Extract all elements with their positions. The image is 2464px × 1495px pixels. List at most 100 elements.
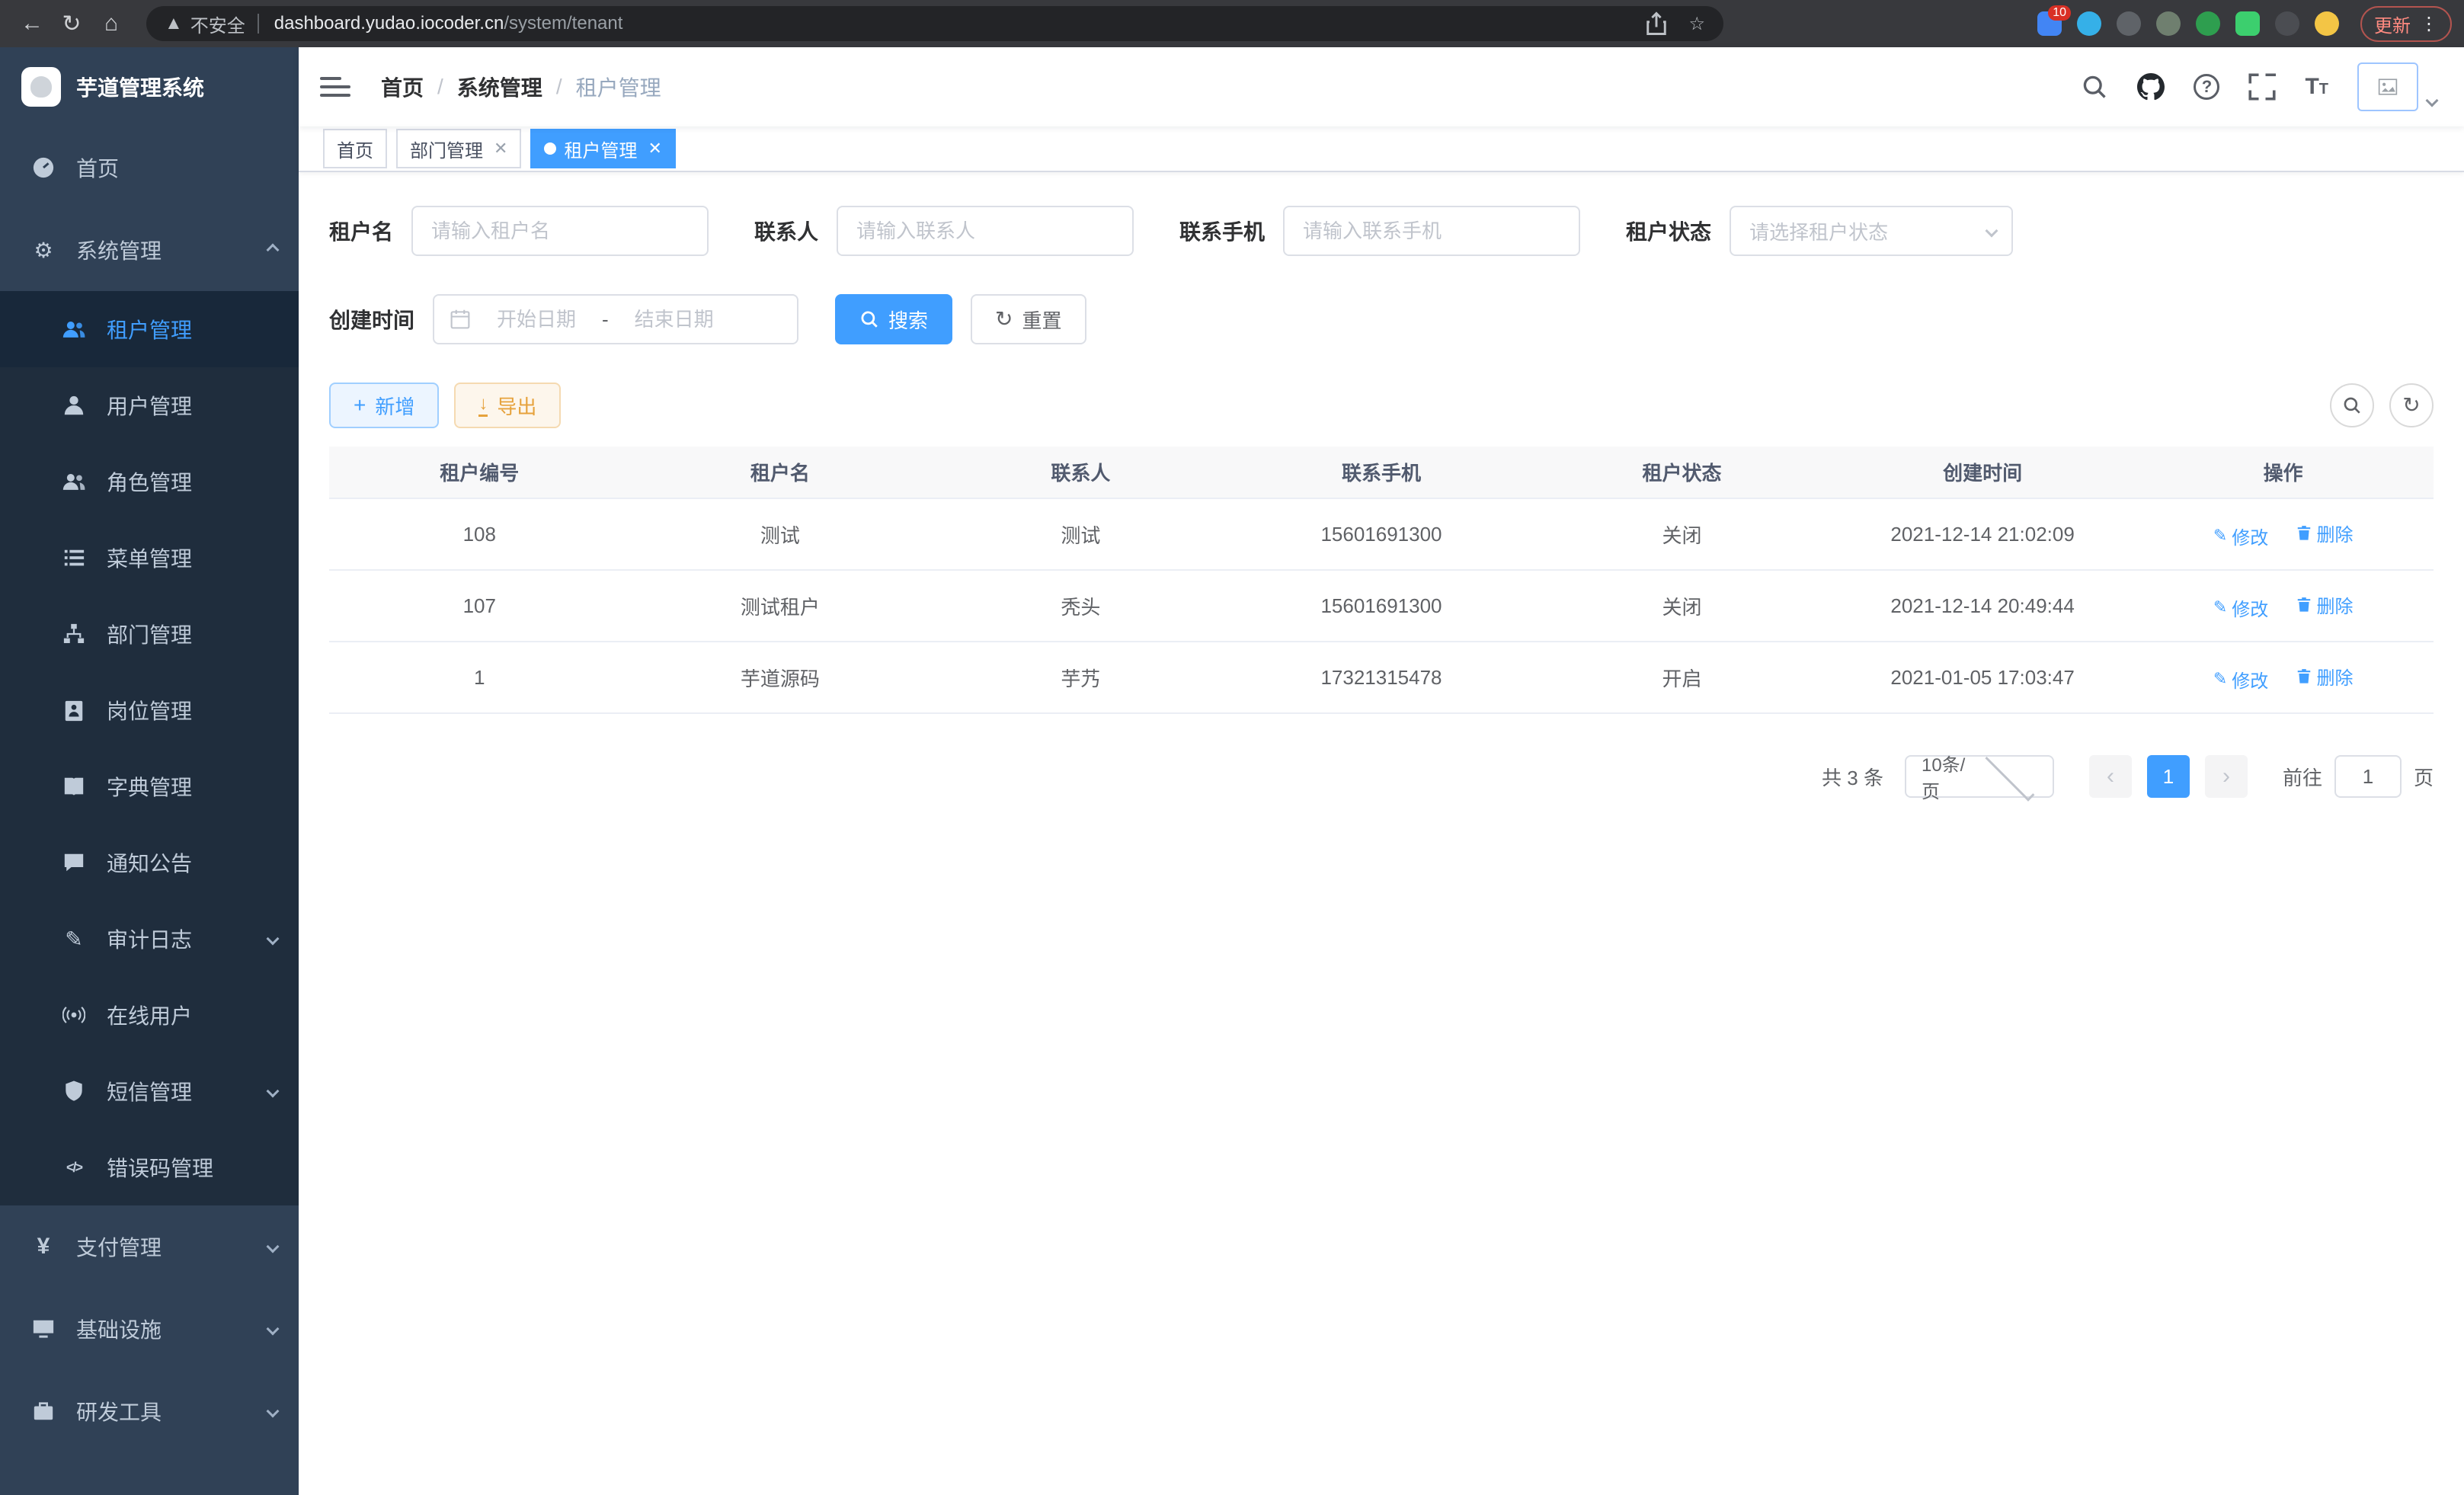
table-row: 1 芋道源码 芋艿 17321315478 开启 2021-01-05 17:0… bbox=[329, 642, 2434, 713]
next-page-button[interactable]: › bbox=[2205, 755, 2248, 798]
phone-label: 联系手机 bbox=[1179, 216, 1283, 246]
start-date-input[interactable] bbox=[480, 306, 593, 333]
sidebar-collapse-icon[interactable] bbox=[320, 77, 350, 97]
share-icon[interactable] bbox=[1643, 10, 1670, 37]
sidebar-item-dict[interactable]: 字典管理 bbox=[0, 748, 299, 824]
sidebar-item-label: 研发工具 bbox=[76, 1396, 162, 1426]
close-icon[interactable]: ✕ bbox=[494, 139, 507, 158]
github-icon[interactable] bbox=[2137, 73, 2165, 101]
error-code-icon: </> bbox=[61, 1160, 87, 1176]
tab-tenant[interactable]: 租户管理 ✕ bbox=[530, 129, 675, 168]
browser-menu-icon[interactable]: ⋮ bbox=[2420, 13, 2438, 35]
font-size-icon[interactable]: TT bbox=[2305, 74, 2328, 100]
sidebar-item-notice[interactable]: 通知公告 bbox=[0, 824, 299, 901]
payment-yen-icon: ¥ bbox=[30, 1234, 56, 1260]
tenant-name-input[interactable] bbox=[411, 206, 709, 256]
sidebar-item-system[interactable]: ⚙ 系统管理 bbox=[0, 209, 299, 291]
delete-link[interactable]: 删除 bbox=[2296, 663, 2354, 690]
profile-avatar-icon[interactable] bbox=[2315, 11, 2339, 36]
page-number-1[interactable]: 1 bbox=[2147, 755, 2190, 798]
help-icon[interactable]: ? bbox=[2194, 74, 2219, 100]
sidebar-item-menu[interactable]: 菜单管理 bbox=[0, 520, 299, 596]
tab-dept[interactable]: 部门管理 ✕ bbox=[396, 129, 521, 168]
extension-icon[interactable] bbox=[2235, 11, 2260, 36]
user-avatar[interactable] bbox=[2357, 62, 2437, 111]
edit-link[interactable]: ✎修改 bbox=[2213, 666, 2268, 693]
tab-home[interactable]: 首页 bbox=[323, 129, 387, 168]
search-button[interactable]: 搜索 bbox=[835, 294, 952, 344]
edit-link[interactable]: ✎修改 bbox=[2213, 594, 2268, 621]
sidebar-item-post[interactable]: 岗位管理 bbox=[0, 672, 299, 748]
toggle-search-button[interactable] bbox=[2330, 383, 2374, 427]
cell-status: 关闭 bbox=[1531, 570, 1832, 642]
sidebar-item-sms[interactable]: 短信管理 bbox=[0, 1053, 299, 1129]
sidebar-item-label: 部门管理 bbox=[107, 619, 192, 649]
sidebar-item-label: 字典管理 bbox=[107, 771, 192, 802]
sidebar-item-tenant[interactable]: 租户管理 bbox=[0, 291, 299, 367]
sidebar-item-label: 在线用户 bbox=[107, 1000, 192, 1030]
devtools-toolbox-icon bbox=[30, 1400, 56, 1423]
fullscreen-icon[interactable] bbox=[2248, 73, 2276, 101]
address-bar[interactable]: ▲ 不安全 dashboard.yudao.iocoder.cn /system… bbox=[146, 6, 1723, 41]
refresh-icon: ↻ bbox=[995, 309, 1013, 330]
sidebar-item-devtools[interactable]: 研发工具 bbox=[0, 1370, 299, 1452]
cell-actions: ✎修改 删除 bbox=[2133, 498, 2434, 570]
export-button-label: 导出 bbox=[497, 392, 536, 420]
sidebar-item-home[interactable]: 首页 bbox=[0, 126, 299, 209]
delete-link[interactable]: 删除 bbox=[2296, 591, 2354, 618]
delete-link[interactable]: 删除 bbox=[2296, 520, 2354, 546]
col-tenant-name: 租户名 bbox=[630, 447, 931, 498]
sidebar-item-role[interactable]: 角色管理 bbox=[0, 443, 299, 520]
magnifier-icon bbox=[859, 309, 879, 329]
extension-icon[interactable] bbox=[2156, 11, 2181, 36]
breadcrumb-system[interactable]: 系统管理 bbox=[457, 72, 542, 102]
col-contact: 联系人 bbox=[930, 447, 1231, 498]
chevron-down-icon bbox=[267, 1085, 280, 1098]
reload-icon[interactable]: ↻ bbox=[52, 11, 91, 37]
gear-icon: ⚙ bbox=[30, 238, 56, 263]
add-button[interactable]: + 新增 bbox=[329, 383, 439, 428]
date-range-picker[interactable]: - bbox=[433, 294, 798, 344]
back-icon[interactable]: ← bbox=[12, 11, 52, 37]
page-jump-input[interactable] bbox=[2334, 755, 2402, 798]
extensions-puzzle-icon[interactable] bbox=[2275, 11, 2299, 36]
breadcrumb-home[interactable]: 首页 bbox=[381, 72, 424, 102]
contact-input[interactable] bbox=[837, 206, 1134, 256]
edit-link[interactable]: ✎修改 bbox=[2213, 523, 2268, 549]
download-icon: ↓ bbox=[478, 395, 488, 417]
sidebar-item-dept[interactable]: 部门管理 bbox=[0, 596, 299, 672]
cell-phone: 15601691300 bbox=[1231, 570, 1532, 642]
sidebar-item-audit-log[interactable]: ✎ 审计日志 bbox=[0, 901, 299, 977]
extension-icon[interactable] bbox=[2077, 11, 2101, 36]
cell-status: 关闭 bbox=[1531, 498, 1832, 570]
sidebar-item-user[interactable]: 用户管理 bbox=[0, 367, 299, 443]
status-select[interactable]: 请选择租户状态 bbox=[1730, 206, 2013, 256]
page-size-select[interactable]: 10条/页 bbox=[1905, 755, 2054, 798]
phone-input[interactable] bbox=[1283, 206, 1580, 256]
extension-icon[interactable] bbox=[2117, 11, 2141, 36]
sidebar-item-online-user[interactable]: 在线用户 bbox=[0, 977, 299, 1053]
sidebar-item-error-code[interactable]: </> 错误码管理 bbox=[0, 1129, 299, 1205]
home-icon[interactable]: ⌂ bbox=[91, 11, 131, 37]
sidebar-item-payment[interactable]: ¥ 支付管理 bbox=[0, 1205, 299, 1288]
search-button-label: 搜索 bbox=[888, 306, 928, 334]
export-button[interactable]: ↓ 导出 bbox=[454, 383, 561, 428]
refresh-table-button[interactable]: ↻ bbox=[2389, 383, 2434, 427]
extension-icon[interactable] bbox=[2196, 11, 2220, 36]
app-header: 首页 / 系统管理 / 租户管理 ? TT bbox=[299, 47, 2464, 126]
plus-icon: + bbox=[354, 395, 366, 416]
app-logo[interactable]: 芋道管理系统 bbox=[0, 47, 299, 126]
cell-tenant-id: 1 bbox=[329, 642, 630, 713]
extension-icon[interactable]: 10 bbox=[2037, 11, 2062, 36]
search-icon[interactable] bbox=[2081, 73, 2108, 101]
total-count: 共 3 条 bbox=[1822, 763, 1883, 791]
sidebar-item-label: 租户管理 bbox=[107, 314, 192, 344]
prev-page-button[interactable]: ‹ bbox=[2089, 755, 2132, 798]
end-date-input[interactable] bbox=[618, 306, 731, 333]
close-icon[interactable]: ✕ bbox=[648, 139, 661, 158]
bookmark-star-icon[interactable]: ☆ bbox=[1688, 13, 1705, 35]
omnibox-divider bbox=[258, 14, 259, 34]
update-button[interactable]: 更新 ⋮ bbox=[2360, 6, 2452, 42]
sidebar-item-infra[interactable]: 基础设施 bbox=[0, 1288, 299, 1370]
reset-button[interactable]: ↻ 重置 bbox=[971, 294, 1086, 344]
